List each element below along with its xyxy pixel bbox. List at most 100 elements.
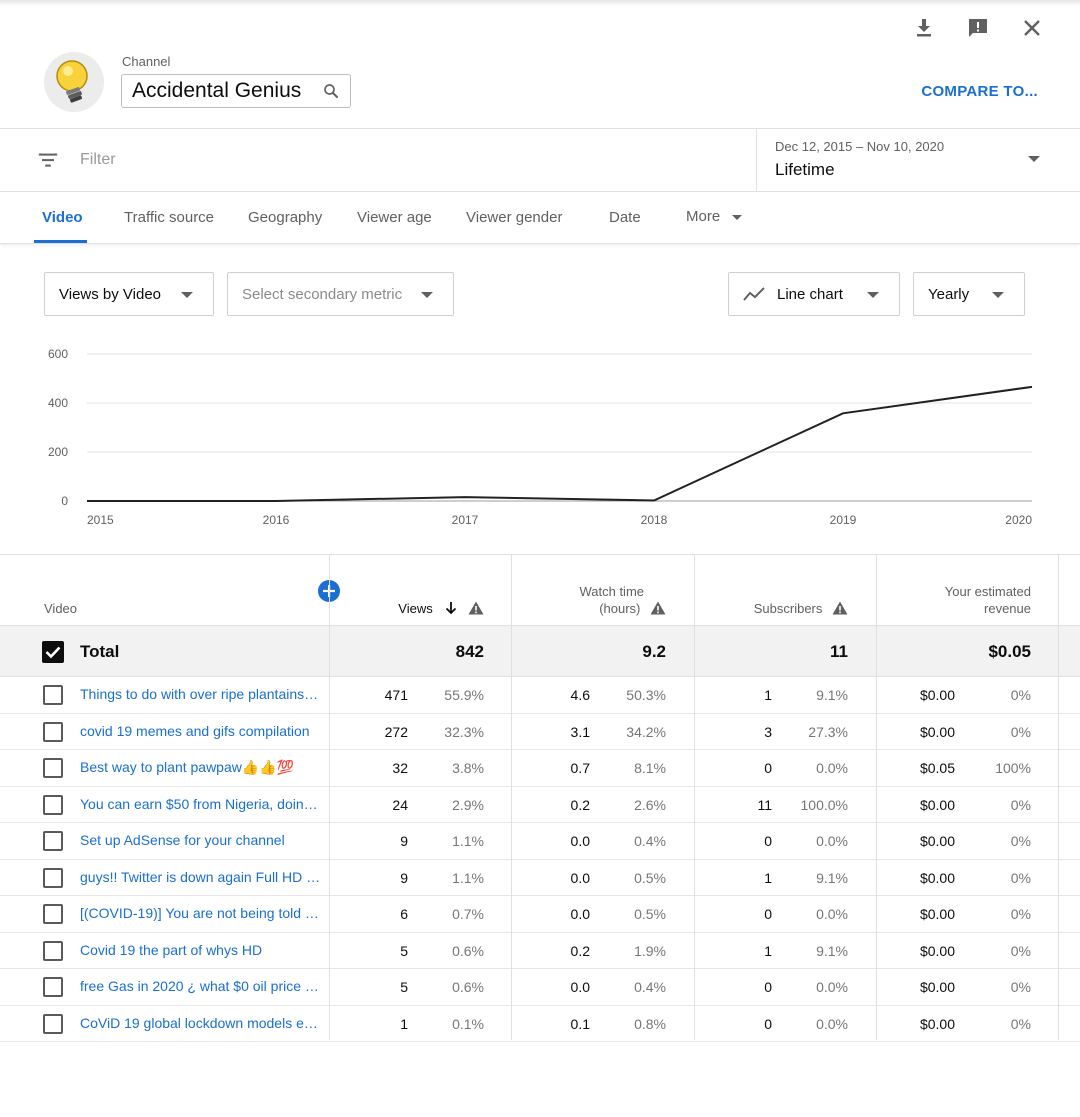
filter-input[interactable]: Filter xyxy=(80,151,116,169)
column-header-watch-time[interactable]: Watch time (hours) xyxy=(579,583,666,617)
date-range-picker[interactable]: Dec 12, 2015 – Nov 10, 2020 Lifetime xyxy=(756,129,1080,191)
filter-icon[interactable] xyxy=(37,149,59,171)
tab-traffic-source[interactable]: Traffic source xyxy=(124,209,214,226)
arrow-down-icon[interactable] xyxy=(444,601,458,615)
column-divider xyxy=(876,555,877,1040)
chevron-down-icon xyxy=(732,215,742,220)
subscribers-value: 1 xyxy=(764,942,772,959)
granularity-dropdown[interactable]: Yearly xyxy=(913,272,1025,316)
row-checkbox[interactable] xyxy=(43,1013,63,1034)
tab-video[interactable]: Video xyxy=(42,209,83,226)
row-checkbox[interactable] xyxy=(43,940,63,961)
column-header-views[interactable]: Views xyxy=(398,600,484,617)
subscribers-percent: 0.0% xyxy=(816,760,848,776)
table-row: Things to do with over ripe plantains an… xyxy=(0,677,1080,714)
check-icon xyxy=(45,646,61,659)
revenue-value: $0.00 xyxy=(919,979,955,995)
video-title-link[interactable]: Things to do with over ripe plantains an… xyxy=(80,686,322,702)
chart-type-dropdown[interactable]: Line chart xyxy=(728,272,900,316)
views-chart: 600 400 200 0 2015 2016 2017 2018 2019 2020 xyxy=(0,330,1080,555)
views-value: 471 xyxy=(384,687,408,703)
subscribers-value: 1 xyxy=(764,687,772,703)
subscribers-value: 0 xyxy=(764,906,772,922)
row-checkbox[interactable] xyxy=(43,867,63,888)
search-icon[interactable] xyxy=(322,82,340,100)
video-title-link[interactable]: You can earn $50 from Nigeria, doing thi… xyxy=(80,796,322,812)
watch-time-percent: 0.5% xyxy=(634,906,666,922)
tab-more[interactable]: More xyxy=(686,208,720,225)
views-percent: 0.7% xyxy=(452,906,484,922)
revenue-percent: 0% xyxy=(1010,1015,1031,1032)
x-tick-label: 2015 xyxy=(87,513,114,527)
subscribers-percent: 0.0% xyxy=(816,979,848,995)
row-checkbox[interactable] xyxy=(43,721,63,742)
report-header: Channel Accidental Genius COMPARE TO... xyxy=(0,0,1080,129)
row-checkbox[interactable] xyxy=(43,794,63,815)
tab-geography[interactable]: Geography xyxy=(248,209,322,226)
secondary-metric-dropdown[interactable]: Select secondary metric xyxy=(227,272,454,316)
warning-icon[interactable] xyxy=(468,601,484,615)
total-checkbox[interactable] xyxy=(42,641,64,663)
y-tick-label: 200 xyxy=(48,445,68,459)
channel-selector[interactable]: Accidental Genius xyxy=(121,74,351,108)
warning-icon[interactable] xyxy=(650,601,666,615)
subscribers-percent: 0.0% xyxy=(816,906,848,922)
table-row: covid 19 memes and gifs compilation 272 32… xyxy=(0,714,1080,750)
table-row: free Gas in 2020 ¿ what $0 oil price mea… xyxy=(0,969,1080,1006)
revenue-percent: 0% xyxy=(1010,723,1031,740)
warning-icon[interactable] xyxy=(832,601,848,615)
tab-viewer-gender[interactable]: Viewer gender xyxy=(466,209,562,226)
column-header-video[interactable]: Video xyxy=(44,600,77,617)
views-percent: 32.3% xyxy=(444,723,484,740)
watch-time-value: 0.2 xyxy=(570,796,590,813)
tab-viewer-age[interactable]: Viewer age xyxy=(357,209,432,226)
column-divider xyxy=(1058,555,1059,1040)
watch-time-value: 0.0 xyxy=(570,833,590,849)
total-label: Total xyxy=(80,642,120,661)
row-checkbox[interactable] xyxy=(43,831,63,851)
watch-time-percent: 0.5% xyxy=(634,869,666,886)
compare-to-button[interactable]: COMPARE TO... xyxy=(921,83,1038,100)
x-tick-label: 2017 xyxy=(452,513,479,527)
video-title-link[interactable]: [(COVID-19)] You are not being told the … xyxy=(80,905,322,921)
subscribers-percent: 27.3% xyxy=(808,723,848,740)
video-title-link[interactable]: covid 19 memes and gifs compilation xyxy=(80,723,322,739)
video-title-link[interactable]: Covid 19 the part of whys HD xyxy=(80,942,322,958)
row-checkbox[interactable] xyxy=(43,685,63,705)
column-header-subscribers[interactable]: Subscribers xyxy=(754,600,848,617)
y-tick-label: 400 xyxy=(48,396,68,410)
chart-type-label: Line chart xyxy=(777,285,843,303)
watch-time-percent: 0.4% xyxy=(634,833,666,849)
subscribers-percent: 9.1% xyxy=(816,869,848,886)
row-checkbox[interactable] xyxy=(43,758,63,778)
views-value: 9 xyxy=(400,869,408,886)
table-row: Best way to plant pawpaw👍👍💯 32 3.8% 0.7 8.1%… xyxy=(0,750,1080,787)
views-percent: 3.8% xyxy=(452,760,484,776)
video-title-link[interactable]: guys!! Twitter is down again Full HD vid… xyxy=(80,869,322,885)
revenue-percent: 0% xyxy=(1010,796,1031,813)
views-value: 5 xyxy=(400,942,408,959)
watch-time-value: 0.0 xyxy=(570,979,590,995)
column-header-views-label: Views xyxy=(398,601,433,616)
video-title-link[interactable]: CoViD 19 global lockdown models explaine… xyxy=(80,1015,322,1031)
watch-time-value: 0.0 xyxy=(570,869,590,886)
feedback-icon[interactable] xyxy=(966,16,990,40)
video-title-link[interactable]: Set up AdSense for your channel xyxy=(80,832,322,848)
row-checkbox[interactable] xyxy=(43,977,63,997)
close-icon[interactable] xyxy=(1020,16,1044,40)
row-checkbox[interactable] xyxy=(43,904,63,924)
video-title-link[interactable]: Best way to plant pawpaw👍👍💯 xyxy=(80,759,322,776)
revenue-percent: 0% xyxy=(1010,687,1031,703)
download-icon[interactable] xyxy=(912,16,936,40)
series-line[interactable] xyxy=(87,385,1033,502)
chevron-down-icon xyxy=(421,292,433,298)
watch-time-value: 0.7 xyxy=(570,760,590,776)
line-chart: 600 400 200 0 2015 2016 2017 2018 2019 2020 xyxy=(48,347,1033,527)
subscribers-percent: 0.0% xyxy=(816,833,848,849)
primary-metric-dropdown[interactable]: Views by Video xyxy=(44,272,214,316)
column-header-revenue[interactable]: Your estimated revenue xyxy=(945,583,1031,617)
total-watch-time: 9.2 xyxy=(642,642,666,661)
watch-time-percent: 0.8% xyxy=(634,1015,666,1032)
tab-date[interactable]: Date xyxy=(609,209,641,226)
video-title-link[interactable]: free Gas in 2020 ¿ what $0 oil price mea… xyxy=(80,978,322,994)
